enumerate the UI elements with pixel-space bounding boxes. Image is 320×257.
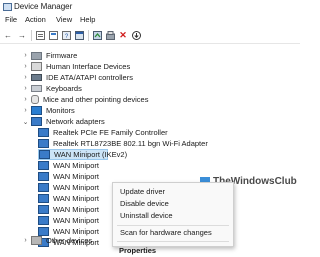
scan-hardware-icon[interactable] <box>105 30 115 40</box>
context-menu: Update driver Disable device Uninstall d… <box>112 182 234 247</box>
update-driver-icon[interactable] <box>92 30 102 40</box>
category-label: Firmware <box>46 51 78 60</box>
category-label: IDE ATA/ATAPI controllers <box>46 73 133 82</box>
tree-item-wan-miniport[interactable]: WAN Miniport <box>38 160 99 171</box>
back-arrow-icon[interactable]: ← <box>3 30 13 40</box>
tree-item-realtek-pcie[interactable]: Realtek PCIe FE Family Controller <box>38 127 168 138</box>
ide-controller-icon <box>31 74 42 81</box>
device-manager-icon <box>3 3 12 11</box>
uninstall-x-icon[interactable]: ✕ <box>118 30 128 40</box>
menu-disable-device[interactable]: Disable device <box>120 199 169 210</box>
tree-item-wan-miniport[interactable]: WAN Miniport <box>38 182 99 193</box>
network-adapter-icon <box>38 128 49 137</box>
tree-item-network-adapters[interactable]: ⌄ Network adapters <box>22 116 105 127</box>
category-label: Keyboards <box>46 84 82 93</box>
tree-item-human-interface-devices[interactable]: › Human Interface Devices <box>22 61 130 72</box>
network-adapter-icon <box>38 139 49 148</box>
tree-item-monitors[interactable]: › Monitors <box>22 105 75 116</box>
network-adapter-icon <box>38 194 49 203</box>
tree-item-wan-miniport[interactable]: WAN Miniport <box>38 193 99 204</box>
toolbar-separator <box>88 30 89 41</box>
device-label: WAN Miniport <box>53 183 99 192</box>
tree-item-wan-miniport[interactable]: WAN Miniport <box>38 215 99 226</box>
tree-item-realtek-wifi[interactable]: Realtek RTL8723BE 802.11 bgn Wi-Fi Adapt… <box>38 138 208 149</box>
device-label: Realtek RTL8723BE 802.11 bgn Wi-Fi Adapt… <box>53 139 208 148</box>
firmware-icon <box>31 51 42 60</box>
device-label: WAN Miniport <box>53 161 99 170</box>
title-bar: Device Manager <box>0 0 300 13</box>
tree-item-firmware[interactable]: › Firmware <box>22 50 77 61</box>
chevron-right-icon[interactable]: › <box>22 74 29 81</box>
keyboard-icon <box>31 85 42 92</box>
category-label: Human Interface Devices <box>46 62 131 71</box>
device-label: WAN Miniport (IKEv2) <box>54 150 128 159</box>
tree-item-ide-ata-atapi[interactable]: › IDE ATA/ATAPI controllers <box>22 72 133 83</box>
chevron-right-icon[interactable]: › <box>22 85 29 92</box>
forward-arrow-icon[interactable]: → <box>17 30 27 40</box>
device-label: WAN Miniport <box>53 205 99 214</box>
chevron-right-icon[interactable]: › <box>22 107 29 114</box>
monitor-icon <box>31 106 42 115</box>
tree-item-wan-miniport-ikev2[interactable]: WAN Miniport (IKEv2) <box>38 149 127 160</box>
menu-view[interactable]: View <box>56 15 72 24</box>
toolbar: ← → ? ✕ <box>0 28 300 44</box>
hid-icon <box>31 62 42 71</box>
device-label: WAN Miniport <box>53 216 99 225</box>
tree-item-wan-miniport[interactable]: WAN Miniport <box>38 204 99 215</box>
chevron-down-icon[interactable]: ⌄ <box>22 118 29 126</box>
menu-update-driver[interactable]: Update driver <box>120 187 165 198</box>
tree-item-wan-miniport[interactable]: WAN Miniport <box>38 171 99 182</box>
tree-item-mice[interactable]: › Mice and other pointing devices <box>22 94 148 105</box>
tree-item-keyboards[interactable]: › Keyboards <box>22 83 82 94</box>
help-icon[interactable]: ? <box>61 30 71 40</box>
menu-properties[interactable]: Properties <box>119 246 156 257</box>
device-label: WAN Miniport <box>53 172 99 181</box>
menu-scan-hardware[interactable]: Scan for hardware changes <box>120 228 212 239</box>
network-adapter-icon <box>38 183 49 192</box>
menu-file[interactable]: File <box>5 15 17 24</box>
network-adapter-icon <box>38 205 49 214</box>
chevron-right-icon[interactable]: › <box>22 63 29 70</box>
properties-icon[interactable] <box>35 30 45 40</box>
mouse-icon <box>31 95 39 104</box>
network-adapter-icon <box>38 172 49 181</box>
download-driver-icon[interactable] <box>131 30 141 40</box>
category-label: Mice and other pointing devices <box>43 95 149 104</box>
category-label: Network adapters <box>46 117 105 126</box>
network-adapter-icon <box>39 150 50 159</box>
toolbar-separator <box>31 30 32 41</box>
device-label: Realtek PCIe FE Family Controller <box>53 128 168 137</box>
menu-action[interactable]: Action <box>25 15 46 24</box>
console-icon[interactable] <box>74 30 84 40</box>
network-adapter-icon <box>38 161 49 170</box>
show-hidden-icon[interactable] <box>48 30 58 40</box>
menu-help[interactable]: Help <box>80 15 95 24</box>
chevron-right-icon[interactable]: › <box>22 52 29 59</box>
menu-bar: File Action View Help <box>0 15 300 26</box>
category-label: Monitors <box>46 106 75 115</box>
device-label: WAN Miniport <box>53 194 99 203</box>
menu-separator <box>117 225 229 226</box>
tree-item-other-devices[interactable]: › Other devices <box>22 235 92 246</box>
network-adapter-icon <box>38 216 49 225</box>
window-title: Device Manager <box>14 2 73 11</box>
network-adapter-icon <box>31 117 42 126</box>
menu-uninstall-device[interactable]: Uninstall device <box>120 211 173 222</box>
chevron-right-icon[interactable]: › <box>22 96 29 103</box>
menu-separator <box>117 241 229 242</box>
chevron-right-icon[interactable]: › <box>22 237 29 244</box>
